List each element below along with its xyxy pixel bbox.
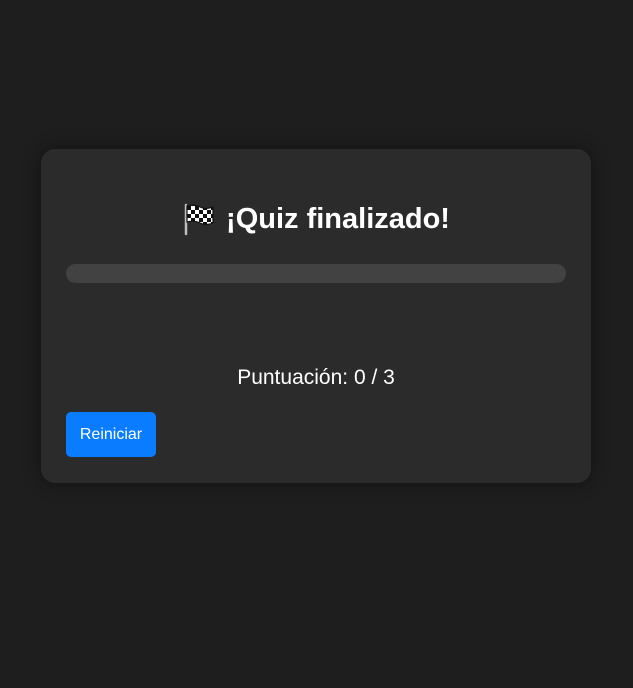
quiz-card: ¡Quiz finalizado! Puntuación: 0 / 3 Rein… [41, 149, 591, 483]
quiz-title: ¡Quiz finalizado! [226, 202, 450, 235]
checkered-flag-icon [182, 202, 216, 236]
score-text: Puntuación: 0 / 3 [237, 366, 395, 389]
restart-button[interactable]: Reiniciar [66, 412, 156, 457]
progress-bar [66, 264, 566, 283]
quiz-header: ¡Quiz finalizado! [41, 202, 591, 236]
